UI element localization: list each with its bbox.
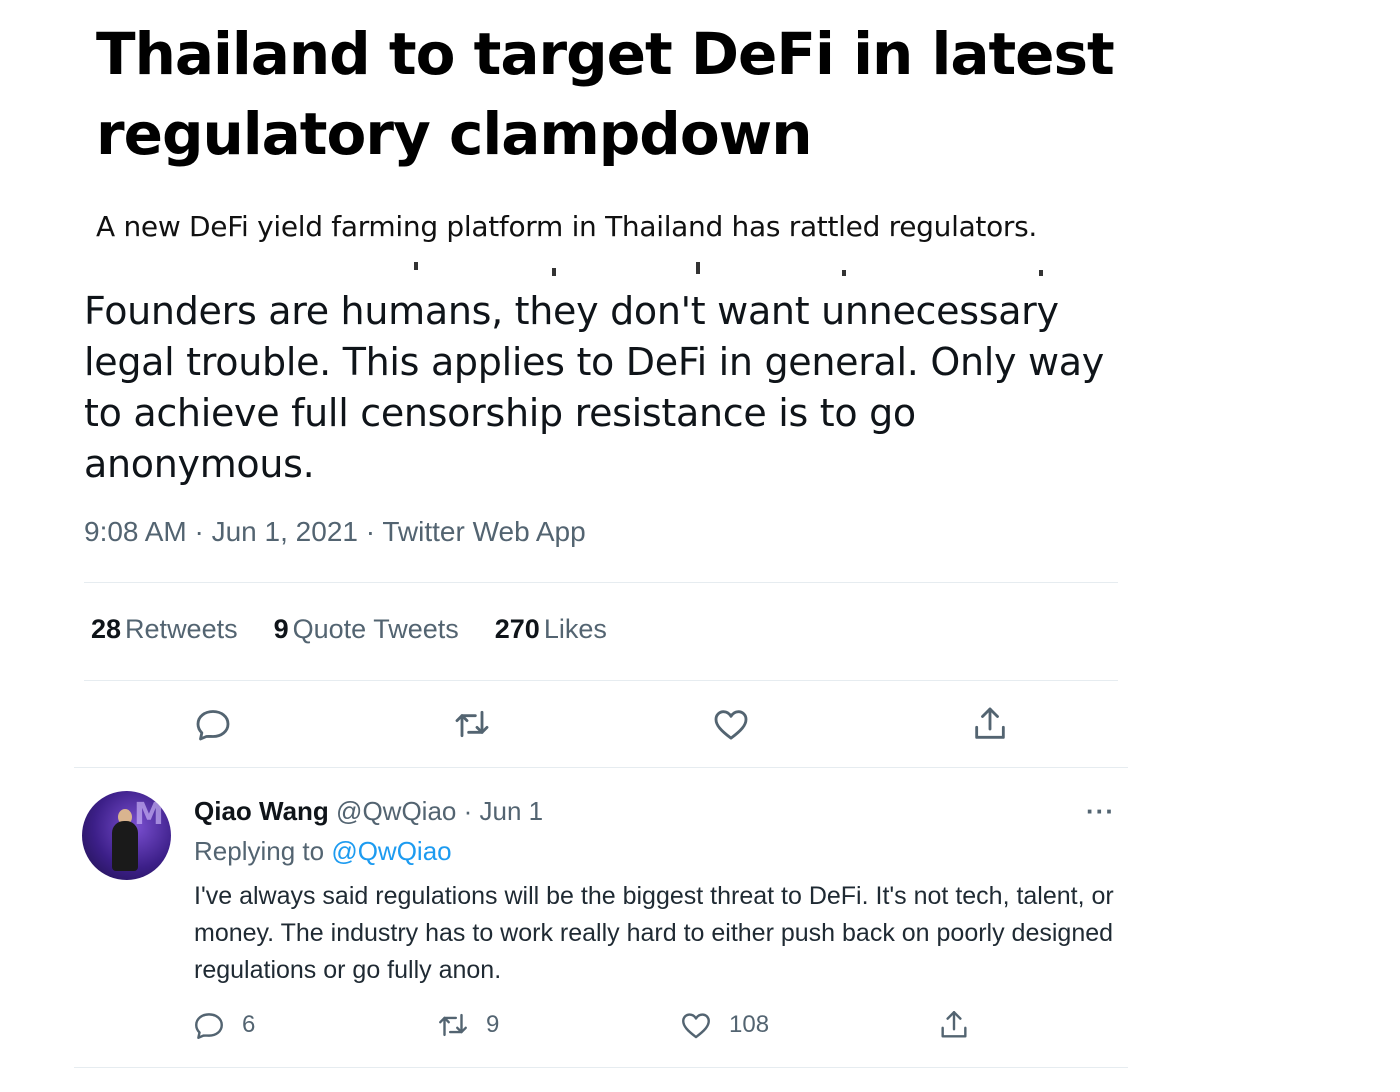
reply-text: I've always said regulations will be the… [194, 882, 1114, 984]
reply-author-name[interactable]: Qiao Wang [194, 796, 329, 826]
tweet-stats: 28 Retweets 9 Quote Tweets 270 Likes [91, 614, 607, 645]
reply-like-button[interactable]: 108 [679, 1008, 769, 1042]
tweet-meta[interactable]: 9:08 AM · Jun 1, 2021 · Twitter Web App [84, 516, 586, 548]
replying-to: Replying to @QwQiao [194, 836, 452, 867]
clipped-text-line [84, 262, 1144, 282]
avatar[interactable]: M [82, 791, 171, 880]
retweets-count: 28 [91, 614, 122, 644]
retweet-count: 9 [486, 1011, 500, 1038]
share-icon [941, 1011, 967, 1038]
like-icon [682, 1013, 710, 1039]
article-headline: Thailand to target DeFi in latest regula… [96, 20, 1115, 168]
reply-retweet-button[interactable]: 9 [436, 1008, 499, 1042]
quote-tweets-count: 9 [273, 614, 289, 644]
divider [74, 767, 1128, 768]
quote-tweets-stat[interactable]: 9 Quote Tweets [274, 614, 459, 645]
retweet-icon[interactable] [452, 704, 492, 744]
reply-date[interactable]: Jun 1 [479, 796, 543, 826]
reply-share-button[interactable] [937, 1008, 971, 1042]
more-options-icon[interactable]: ··· [1086, 796, 1115, 827]
article-subheadline: A new DeFi yield farming platform in Tha… [96, 210, 1038, 243]
divider [74, 1067, 1128, 1068]
divider [84, 680, 1118, 681]
retweets-label: Retweets [125, 614, 238, 644]
retweet-icon [439, 1013, 467, 1037]
likes-stat[interactable]: 270 Likes [495, 614, 607, 645]
likes-label: Likes [543, 614, 607, 644]
reply-icon [195, 1013, 223, 1039]
reply-icon[interactable] [193, 704, 233, 744]
reply-count: 6 [242, 1011, 256, 1038]
reply-separator: · [456, 796, 480, 826]
replying-to-handle-link[interactable]: @QwQiao [331, 836, 451, 866]
reply-reply-button[interactable]: 6 [192, 1008, 255, 1042]
retweets-stat[interactable]: 28 Retweets [91, 614, 238, 645]
like-icon[interactable] [711, 704, 751, 744]
likes-count: 270 [494, 614, 540, 644]
replying-to-label: Replying to [194, 836, 332, 866]
divider [84, 582, 1118, 583]
tweet-text: Founders are humans, they don't want unn… [84, 289, 1104, 486]
quote-tweets-label: Quote Tweets [292, 614, 459, 644]
reply-header: Qiao Wang @QwQiao · Jun 1 [194, 796, 543, 827]
like-count: 108 [729, 1011, 770, 1038]
share-icon[interactable] [970, 704, 1010, 744]
reply-author-handle[interactable]: @QwQiao [336, 796, 456, 826]
